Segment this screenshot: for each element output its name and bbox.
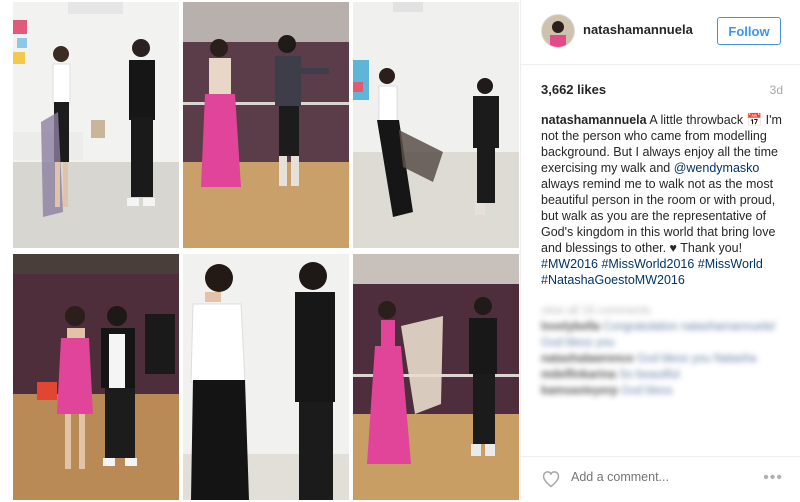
- comment-user[interactable]: lovelybella: [541, 321, 600, 333]
- comment-text: God bless: [620, 385, 673, 397]
- photo-collage: [13, 0, 519, 502]
- more-options-icon[interactable]: •••: [763, 469, 783, 487]
- comment-item: natashalawrence God bless you Natasha: [541, 351, 791, 367]
- comment-user[interactable]: natashalawrence: [541, 353, 634, 365]
- follow-button[interactable]: Follow: [717, 17, 781, 45]
- post-time: 3d: [769, 83, 783, 97]
- post-sidebar: natashamannuela Follow 3,662 likes 3d na…: [520, 0, 800, 500]
- photo-tile-closeup-walk: [183, 254, 349, 500]
- photo-tile-walk-drill: [353, 2, 519, 248]
- photo-tile-studio-pose: [13, 2, 179, 248]
- photo-tile-pink-dress: [13, 254, 179, 500]
- comment-user[interactable]: kamsasteyerp: [541, 385, 618, 397]
- heart-icon[interactable]: [541, 469, 561, 489]
- post-caption: natashamannuela A little throwback 📅 I'm…: [541, 112, 791, 288]
- likes-count[interactable]: 3,662 likes: [541, 82, 606, 97]
- comment-user[interactable]: mdelfinkarina: [541, 369, 616, 381]
- avatar[interactable]: [541, 14, 575, 48]
- comments-list: view all 16 comments lovelybella Congrat…: [541, 303, 791, 399]
- photo-tile-pink-gown: [353, 254, 519, 500]
- comment-item: kamsasteyerp God bless: [541, 383, 791, 399]
- caption-text-continued: always remind me to walk not as the most…: [541, 177, 776, 255]
- comment-text: God bless you Natasha: [636, 353, 757, 365]
- caption-hashtags[interactable]: #MW2016 #MissWorld2016 #MissWorld #Natas…: [541, 257, 763, 287]
- post-footer: •••: [521, 456, 800, 501]
- header-username[interactable]: natashamannuela: [583, 22, 693, 37]
- post-header: natashamannuela Follow: [521, 0, 800, 65]
- comment-item: lovelybella Congratulation natashamannue…: [541, 319, 791, 351]
- comment-item: mdelfinkarina So beautiful: [541, 367, 791, 383]
- caption-mention[interactable]: @wendymasko: [674, 161, 760, 175]
- caption-username[interactable]: natashamannuela: [541, 113, 647, 127]
- comment-text: So beautiful: [618, 369, 680, 381]
- photo-tile-mirror-walk: [183, 2, 349, 248]
- load-more-comments[interactable]: view all 16 comments: [541, 303, 791, 319]
- comment-input[interactable]: [571, 470, 751, 484]
